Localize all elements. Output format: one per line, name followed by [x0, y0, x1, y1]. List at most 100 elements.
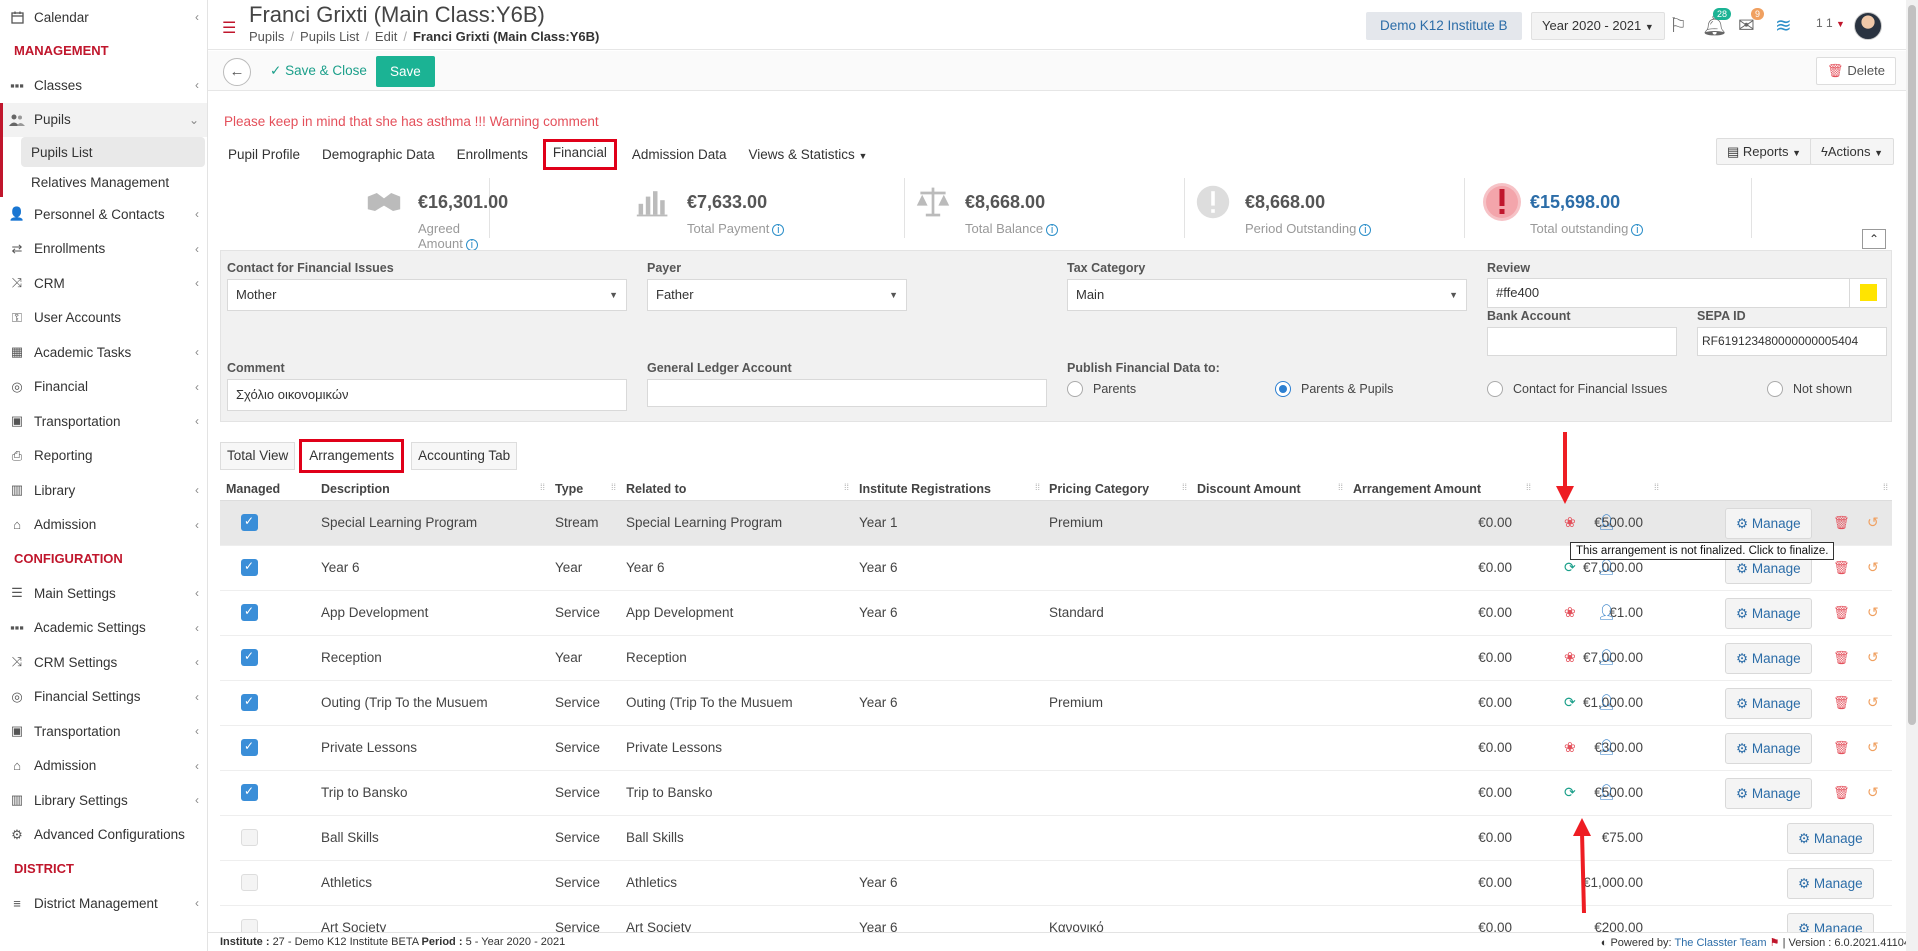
tab-demographic-data[interactable]: Demographic Data: [318, 142, 439, 167]
ledger-input[interactable]: [647, 379, 1047, 407]
trash-icon[interactable]: 🗑︎: [1833, 560, 1850, 576]
history-icon[interactable]: ↺: [1867, 739, 1879, 756]
radio-contact-financial[interactable]: Contact for Financial Issues: [1487, 381, 1667, 397]
col-related-to[interactable]: Related to: [626, 482, 686, 496]
sidebar-item-calendar[interactable]: Calendar ‹: [0, 0, 207, 34]
manage-button[interactable]: ⚙ Manage: [1725, 688, 1812, 719]
subtab-arrangements[interactable]: Arrangements: [299, 439, 405, 473]
reports-button[interactable]: ▤ Reports ▼: [1716, 138, 1812, 165]
trash-icon[interactable]: 🗑︎: [1833, 695, 1850, 711]
tax-category-select[interactable]: Main ▼: [1067, 279, 1467, 311]
scrollbar-thumb[interactable]: [1908, 5, 1916, 725]
institute-button[interactable]: Demo K12 Institute B: [1366, 12, 1522, 40]
sidebar-item-financial-settings[interactable]: ◎ Financial Settings ‹: [0, 680, 207, 715]
col-pricing-category[interactable]: Pricing Category: [1049, 482, 1149, 496]
payer-select[interactable]: Father ▼: [647, 279, 907, 311]
sort-icon[interactable]: ⁞⁞: [1526, 482, 1531, 492]
sidebar-item-enrollments[interactable]: ⇄ Enrollments ‹: [0, 232, 207, 267]
tab-enrollments[interactable]: Enrollments: [453, 142, 532, 167]
avatar[interactable]: [1854, 12, 1882, 40]
sidebar-item-academic-tasks[interactable]: ▦ Academic Tasks ‹: [0, 335, 207, 370]
save-close-button[interactable]: ✓ Save & Close: [270, 63, 367, 79]
manage-button[interactable]: ⚙ Manage: [1725, 643, 1812, 674]
user-check-icon[interactable]: 👤︎: [1597, 738, 1616, 756]
user-counter[interactable]: 1 1 ▼: [1816, 16, 1845, 30]
sidebar-item-pupils[interactable]: Pupils ⌄: [0, 102, 207, 137]
sidebar-item-classes[interactable]: ▪▪▪ Classes ‹: [0, 68, 207, 103]
sidebar-subitem-relatives[interactable]: Relatives Management: [3, 167, 207, 197]
managed-checkbox[interactable]: [241, 874, 258, 891]
info-icon[interactable]: i: [1359, 224, 1372, 236]
col-managed[interactable]: Managed: [226, 482, 280, 496]
sidebar-subitem-pupils-list[interactable]: Pupils List: [21, 137, 205, 167]
trash-icon[interactable]: 🗑︎: [1833, 740, 1850, 756]
delete-button[interactable]: 🗑︎ Delete: [1815, 57, 1896, 85]
col-description[interactable]: Description: [321, 482, 390, 496]
flag-icon[interactable]: ⚐: [1669, 13, 1687, 38]
history-icon[interactable]: ↺: [1867, 784, 1879, 801]
contact-select[interactable]: Mother ▼: [227, 279, 627, 311]
sort-icon[interactable]: ⁞⁞: [540, 482, 545, 492]
radio-not-shown[interactable]: Not shown: [1767, 381, 1852, 397]
managed-checkbox[interactable]: [241, 784, 258, 801]
breadcrumb-pupils-list[interactable]: Pupils List: [300, 29, 359, 44]
subtab-total-view[interactable]: Total View: [220, 442, 296, 470]
not-finalized-icon[interactable]: ❀: [1564, 649, 1580, 665]
sidebar-item-user-accounts[interactable]: ⚿ User Accounts: [0, 301, 207, 336]
sidebar-item-library[interactable]: ▥ Library ‹: [0, 473, 207, 508]
trash-icon[interactable]: 🗑︎: [1833, 650, 1850, 666]
not-finalized-icon[interactable]: ❀: [1564, 739, 1580, 755]
manage-button[interactable]: ⚙ Manage: [1725, 778, 1812, 809]
info-icon[interactable]: i: [1046, 224, 1059, 236]
user-check-icon[interactable]: 👤︎: [1597, 693, 1616, 711]
breadcrumb-pupils[interactable]: Pupils: [249, 29, 284, 44]
manage-button[interactable]: ⚙ Manage: [1725, 508, 1812, 539]
history-icon[interactable]: ↺: [1867, 649, 1879, 666]
hamburger-icon[interactable]: ☰: [222, 18, 236, 38]
subtab-accounting[interactable]: Accounting Tab: [411, 442, 518, 470]
breadcrumb-edit[interactable]: Edit: [375, 29, 397, 44]
col-arrangement-amount[interactable]: Arrangement Amount: [1353, 482, 1481, 496]
sidebar-item-admission-settings[interactable]: ⌂ Admission ‹: [0, 749, 207, 784]
tab-pupil-profile[interactable]: Pupil Profile: [224, 142, 304, 167]
col-institute-registrations[interactable]: Institute Registrations: [859, 482, 991, 496]
info-icon[interactable]: i: [772, 224, 785, 236]
sidebar-item-crm-settings[interactable]: ⤨ CRM Settings ‹: [0, 645, 207, 680]
radio-parents[interactable]: Parents: [1067, 381, 1136, 397]
user-check-icon[interactable]: 👤︎: [1597, 648, 1616, 666]
year-select[interactable]: Year 2020 - 2021 ▼: [1531, 12, 1665, 40]
info-icon[interactable]: i: [1631, 224, 1644, 236]
manage-button[interactable]: ⚙ Manage: [1787, 823, 1874, 854]
sort-icon[interactable]: ⁞⁞: [1883, 482, 1888, 492]
page-scrollbar[interactable]: [1906, 0, 1918, 951]
trash-icon[interactable]: 🗑︎: [1833, 785, 1850, 801]
finalized-icon[interactable]: ⟳: [1564, 784, 1580, 800]
managed-checkbox[interactable]: [241, 604, 258, 621]
col-type[interactable]: Type: [555, 482, 583, 496]
managed-checkbox[interactable]: [241, 649, 258, 666]
sidebar-item-district-management[interactable]: ≡ District Management ‹: [0, 886, 207, 921]
save-button[interactable]: Save: [376, 56, 435, 87]
sidebar-item-main-settings[interactable]: ☰ Main Settings ‹: [0, 576, 207, 611]
manage-button[interactable]: ⚙ Manage: [1787, 868, 1874, 899]
sidebar-item-financial[interactable]: ◎ Financial ‹: [0, 370, 207, 405]
actions-button[interactable]: ϟActions ▼: [1810, 138, 1895, 165]
finalized-icon[interactable]: ⟳: [1564, 559, 1580, 575]
sidebar-item-library-settings[interactable]: ▥ Library Settings ‹: [0, 783, 207, 818]
bank-account-input[interactable]: [1487, 327, 1677, 356]
sidebar-item-personnel[interactable]: 👤 Personnel & Contacts ‹: [0, 197, 207, 232]
comment-input[interactable]: Σχόλιο οικονομικών: [227, 379, 627, 411]
sepa-id-input[interactable]: RF619123480000000005404: [1697, 327, 1887, 356]
managed-checkbox[interactable]: [241, 829, 258, 846]
sort-icon[interactable]: ⁞⁞: [1338, 482, 1343, 492]
sidebar-item-transportation-settings[interactable]: ▣ Transportation ‹: [0, 714, 207, 749]
collapse-button[interactable]: ⌃: [1862, 229, 1886, 249]
history-icon[interactable]: ↺: [1867, 694, 1879, 711]
sidebar-item-advanced-configurations[interactable]: ⚙ Advanced Configurations: [0, 818, 207, 853]
sort-icon[interactable]: ⁞⁞: [611, 482, 616, 492]
sidebar-item-reporting[interactable]: ⎙ Reporting: [0, 439, 207, 474]
sidebar-item-academic-settings[interactable]: ▪▪▪ Academic Settings ‹: [0, 611, 207, 646]
sort-icon[interactable]: ⁞⁞: [1035, 482, 1040, 492]
sidebar-item-admission[interactable]: ⌂ Admission ‹: [0, 508, 207, 543]
sidebar-item-crm[interactable]: ⤨ CRM ‹: [0, 266, 207, 301]
